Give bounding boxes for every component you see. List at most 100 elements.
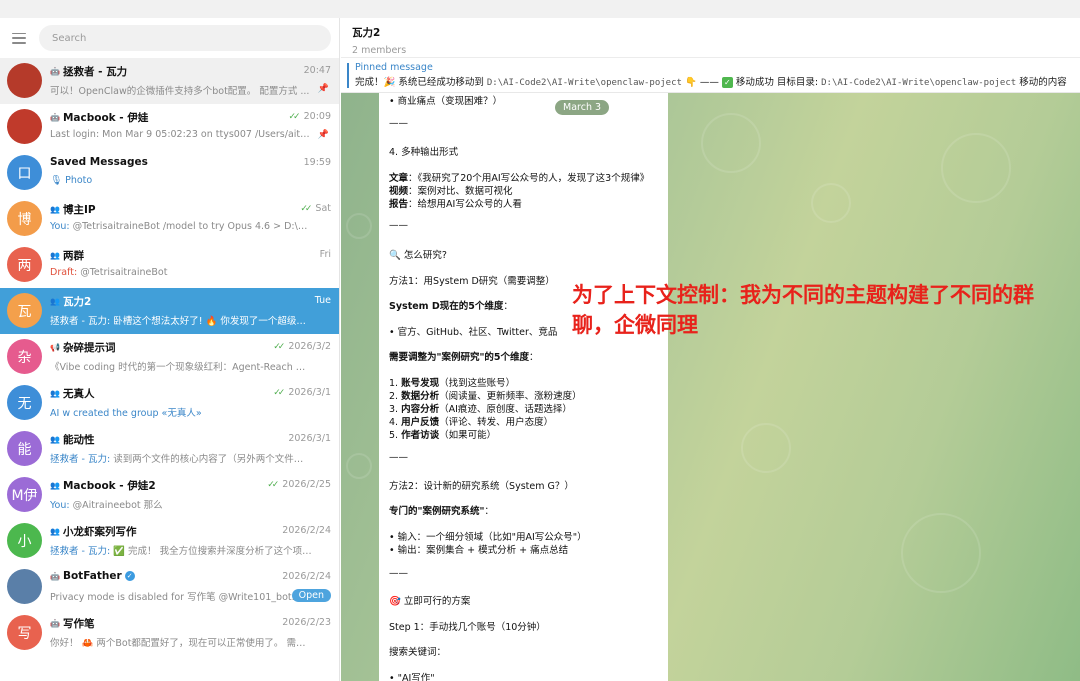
chat-name: 👥 小龙虾案列写作 [50,524,136,539]
bot-icon: 🤖 [50,67,60,76]
chat-time: 2026/2/24 [282,525,331,536]
avatar: 两 [7,247,42,282]
message-text: ：给想用AI写公众号的人看 [408,199,522,210]
chat-name: 🤖 拯救者 - 瓦力 [50,64,127,79]
message-line: 报告：给想用AI写公众号的人看 [389,196,522,210]
chat-item[interactable]: 🤖 拯救者 - 瓦力 20:47 可以！OpenClaw的企微插件支持多个bot配置。… [0,58,339,104]
chat-preview: AI w created the group «无真人» [50,405,312,419]
message-divider: —— [389,452,408,463]
group-icon: 👥 [50,389,60,398]
preview-text: 可以！OpenClaw的企微插件支持多个bot配置。 配置方式 ... [50,86,310,97]
chat-item[interactable]: 无 👥 无真人 ✓✓ 2026/3/1 AI w created the group «无… [0,380,339,426]
message-text: 5. [389,430,402,441]
avatar [7,109,42,144]
wallpaper-doodle [346,453,372,479]
bot-icon: 🤖 [50,571,60,581]
chat-item[interactable]: 🤖 BotFather ✓ 2026/2/24 Privacy mode is disa… [0,564,339,610]
pinned-path-a: D:\AI-Code2\AI-Write\openclaw-poject [486,78,682,88]
chat-time-text: 2026/2/23 [282,617,331,628]
conversation-header[interactable]: 瓦力2 2 members [341,18,1080,58]
chat-item[interactable]: 杂 📢 杂碎提示词 ✓✓ 2026/3/2 《Vibe coding 时代的第一个现象级红… [0,334,339,380]
draft-label: Draft: [50,267,78,278]
chat-wallpaper: • 商业痛点（变现困难？） —— 4. 多种输出形式 文章：《我研究了20个用A… [341,93,1080,681]
message-line: • 输入：一个细分领域（比如"用AI写公众号"） [389,532,587,543]
chat-item[interactable]: 小 👥 小龙虾案列写作 2026/2/24 拯救者 - 瓦力: ✅ 完成！ 我全方位搜索… [0,518,339,564]
preview-text: @TetrisaitraineBot /model to try Opus 4.… [72,221,312,232]
chat-item[interactable]: 🤖 Macbook - 伊娃 ✓✓ 20:09 Last login: Mon Mar … [0,104,339,150]
chat-time-text: 20:09 [303,111,331,122]
preview-text: 你好！ 🦀 两个Bot都配置好了，现在可以正常使用了。 需要我帮... [50,638,312,649]
preview-text: @TetrisaitraineBot [80,267,168,278]
open-button[interactable]: Open [291,589,331,602]
message-line: • "AI写作" [389,673,435,681]
message-line: System D现在的5个维度： [389,298,513,312]
chat-name: 🤖 Macbook - 伊娃 [50,110,148,125]
pinned-text: 完成！🎉 系统已经成功移动到 D:\AI-Code2\AI-Write\open… [348,74,1080,88]
chat-name: 🤖 BotFather ✓ [50,570,135,582]
chat-preview: 你好！ 🦀 两个Bot都配置好了，现在可以正常使用了。 需要我帮... [50,635,312,649]
group-icon: 👥 [50,251,60,260]
message-line: 方法2：设计新的研究系统（System G？） [389,481,574,492]
wallpaper-doodle [346,213,372,239]
message-line: 搜索关键词： [389,647,447,658]
chat-item[interactable]: M伊 👥 Macbook - 伊娃2 ✓✓ 2026/2/25 You: @Aitrain… [0,472,339,518]
message-line: 文章：《我研究了20个用AI写公众号的人，发现了这3个规律》 [389,170,649,184]
wallpaper-doodle [941,133,1011,203]
message-bold: 需要调整为"案例研究"的5个维度 [389,352,530,363]
group-icon: 👥 [50,481,60,490]
avatar: 口 [7,155,42,190]
chat-item[interactable]: 写 🤖 写作笔 2026/2/23 你好！ 🦀 两个Bot都配置好了，现在可以正常使用了… [0,610,339,656]
chat-item[interactable]: 瓦 👥 瓦力2 Tue 拯救者 - 瓦力: 卧槽这个想法太好了! 🔥 你发现了一个超级有… [0,288,339,334]
message-line: • 官方、GitHub、社区、Twitter、竞品 [389,327,558,338]
chat-name: 🤖 写作笔 [50,616,94,631]
read-check-icon: ✓✓ [267,479,279,490]
chat-name-text: 小龙虾案列写作 [62,526,137,538]
chat-name-text: 写作笔 [62,618,95,630]
chat-preview: Privacy mode is disabled for 写作笔 @Write1… [50,589,312,603]
preview-text: Last login: Mon Mar 9 05:02:23 on ttys00… [50,129,312,140]
chat-preview: You: @TetrisaitraineBot /model to try Op… [50,221,312,232]
menu-icon[interactable] [12,32,26,44]
message-divider: —— [389,568,408,579]
pinned-indicator [347,63,349,88]
preview-text: 读到两个文件的核心内容了（另外两个文件路径不... [113,454,312,465]
wallpaper-doodle [741,423,791,473]
chat-name-text: 无真人 [62,388,95,400]
chat-time: ✓✓ 2026/3/1 [273,387,331,398]
message-bubble[interactable]: • 商业痛点（变现困难？） —— 4. 多种输出形式 文章：《我研究了20个用A… [379,93,668,681]
chat-item[interactable]: 口 Saved Messages 19:59 🎙 Photo [0,150,339,196]
chat-item[interactable]: 两 👥 两群 Fri Draft: @TetrisaitraineBot [0,242,339,288]
message-line: 1. 账号发现（找到这些账号） [389,375,515,389]
chat-name: 👥 无真人 [50,386,94,401]
chat-time: ✓✓ 2026/3/2 [273,341,331,352]
wallpaper-doodle [811,183,851,223]
preview-text: 卧槽这个想法太好了! 🔥 你发现了一个超级有价... [113,316,312,327]
preview-text: 《Vibe coding 时代的第一个现象级红利：Agent-Reach 爆火背… [50,362,312,373]
chat-time: ✓✓ Sat [300,203,331,214]
chat-time-text: 2026/2/24 [282,571,331,582]
message-text: ： [484,506,494,517]
preview-text: Privacy mode is disabled for 写作笔 @Write1… [50,592,295,603]
pinned-label: Pinned message [355,62,433,73]
pinned-text-c: 移动成功 目标目录: [732,77,822,88]
bot-icon: 🤖 [50,113,60,122]
message-line: 4. 多种输出形式 [389,147,459,158]
message-bold: 专门的"案例研究系统" [389,506,485,517]
preview-sender: You: [50,221,70,232]
sidebar-header: Search [0,18,339,58]
avatar: 杂 [7,339,42,374]
message-line: 🔍 怎么研究? [389,250,447,261]
chat-item[interactable]: 能 👥 能动性 2026/3/1 拯救者 - 瓦力: 读到两个文件的核心内容了（另外两个… [0,426,339,472]
chat-preview: 拯救者 - 瓦力: 卧槽这个想法太好了! 🔥 你发现了一个超级有价... [50,313,312,327]
chat-name: 📢 杂碎提示词 [50,340,115,355]
pinned-message-bar[interactable]: Pinned message 完成！🎉 系统已经成功移动到 D:\AI-Code… [341,58,1080,93]
chat-item[interactable]: 博 👥 博主IP ✓✓ Sat You: @TetrisaitraineBot /mode… [0,196,339,242]
chat-name-text: Macbook - 伊娃2 [62,480,156,492]
message-line: 专门的"案例研究系统"： [389,503,494,517]
chat-time-text: Sat [315,203,331,214]
message-text: ： [503,301,513,312]
chat-name-text: Saved Messages [50,156,148,168]
search-input[interactable]: Search [39,25,331,51]
message-text: ： [529,352,539,363]
chat-time-text: 2026/2/25 [282,479,331,490]
